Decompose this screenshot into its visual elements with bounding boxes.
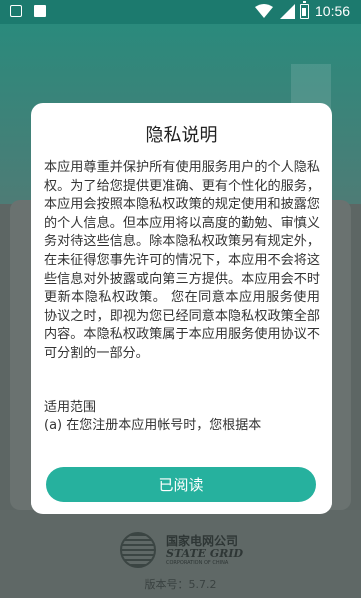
status-bar: 10:56: [0, 0, 361, 24]
scope-section-title: 适用范围: [44, 399, 97, 415]
battery-icon: [300, 1, 309, 19]
app-version: 版本号：5.7.2: [144, 578, 217, 591]
dialog-title: 隐私说明: [145, 125, 218, 146]
state-grid-globe-icon: [120, 532, 156, 568]
privacy-dialog: 隐私说明 本应用尊重并保护所有使用服务用户的个人隐私权。为了给您提供更准确、更有…: [31, 103, 332, 514]
privacy-policy-text: 本应用尊重并保护所有使用服务用户的个人隐私权。为了给您提供更准确、更有个性化的服…: [44, 160, 320, 361]
logo-english-name: STATE GRID: [166, 547, 244, 560]
status-time: 10:56: [315, 3, 351, 19]
confirm-read-button[interactable]: 已阅读: [46, 467, 316, 502]
dialog-scroll-content[interactable]: 本应用尊重并保护所有使用服务用户的个人隐私权。为了给您提供更准确、更有个性化的服…: [44, 159, 320, 489]
wifi-icon: [255, 4, 273, 18]
app-notification-icon: [10, 5, 22, 17]
scope-section-item: (a) 在您注册本应用帐号时，您根据本: [44, 417, 262, 433]
cellular-signal-icon: [280, 4, 295, 19]
logo-english-subtitle: CORPORATION OF CHINA: [166, 560, 229, 566]
state-grid-logo: 国家电网公司 STATE GRID CORPORATION OF CHINA: [120, 530, 260, 570]
image-notification-icon: [34, 5, 46, 17]
